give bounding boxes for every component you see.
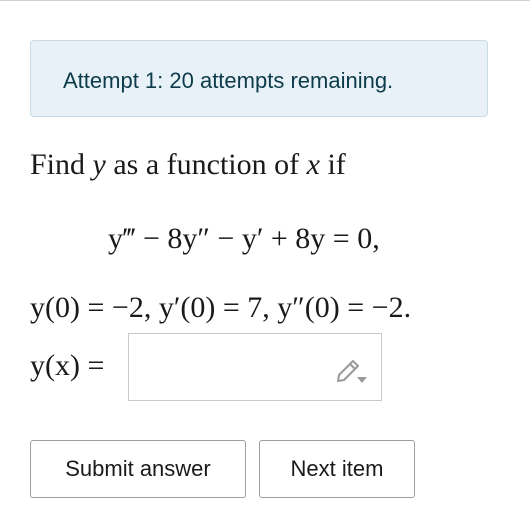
problem-prompt: Find y as a function of x if xyxy=(30,148,346,182)
prompt-variable-y: y xyxy=(92,148,106,181)
submit-answer-button[interactable]: Submit answer xyxy=(30,440,246,498)
prompt-variable-x: x xyxy=(306,148,320,181)
initial-conditions: y(0) = −2, y′(0) = 7, y″(0) = −2. xyxy=(30,291,412,324)
differential-equation: y‴ − 8y″ − y′ + 8y = 0, xyxy=(108,222,380,255)
next-item-button[interactable]: Next item xyxy=(259,440,415,498)
prompt-middle: as a function of xyxy=(113,148,300,181)
answer-label: y(x) = xyxy=(30,349,105,382)
answer-input[interactable] xyxy=(129,334,329,400)
pencil-dropdown-icon[interactable] xyxy=(333,353,373,385)
attempt-status-text: Attempt 1: 20 attempts remaining. xyxy=(63,68,394,93)
attempt-status-banner: Attempt 1: 20 attempts remaining. xyxy=(30,40,488,117)
prompt-if: if xyxy=(327,148,346,181)
answer-field[interactable] xyxy=(128,333,382,401)
prompt-find: Find xyxy=(30,148,86,181)
top-divider xyxy=(0,0,530,1)
